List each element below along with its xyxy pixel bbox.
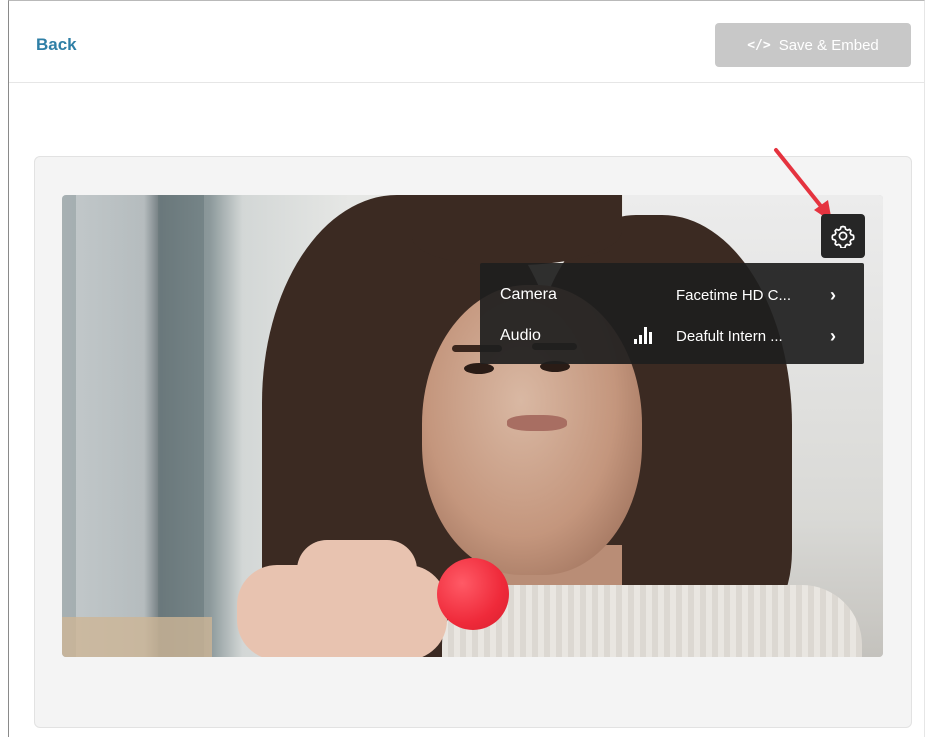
chevron-right-icon: › <box>830 284 836 305</box>
background-window-frame <box>62 195 76 657</box>
back-link[interactable]: Back <box>36 35 77 55</box>
background-window-frame <box>158 195 204 657</box>
lips <box>507 415 567 431</box>
camera-value: Facetime HD C... <box>676 286 792 304</box>
settings-button[interactable] <box>821 214 865 258</box>
audio-value: Deafult Intern ... <box>676 327 783 345</box>
top-bar: Back </> Save & Embed <box>9 1 924 83</box>
save-embed-button[interactable]: </> Save & Embed <box>715 23 911 67</box>
code-icon: </> <box>747 37 771 53</box>
camera-option[interactable]: Camera Facetime HD C... › <box>480 277 864 313</box>
audio-label: Audio <box>500 327 541 344</box>
table-edge <box>62 617 212 657</box>
chevron-right-icon: › <box>830 325 836 346</box>
save-embed-label: Save & Embed <box>778 36 879 54</box>
hands <box>297 540 417 600</box>
hair-fringe <box>412 195 622 265</box>
device-settings-menu: Camera Facetime HD C... › Audio Deafult … <box>480 263 864 364</box>
left-eye <box>464 363 494 374</box>
record-button[interactable] <box>437 558 509 630</box>
camera-label: Camera <box>500 286 557 303</box>
audio-level-icon <box>634 327 656 344</box>
audio-option[interactable]: Audio Deafult Intern ... › <box>480 318 864 354</box>
gear-icon <box>831 225 855 248</box>
